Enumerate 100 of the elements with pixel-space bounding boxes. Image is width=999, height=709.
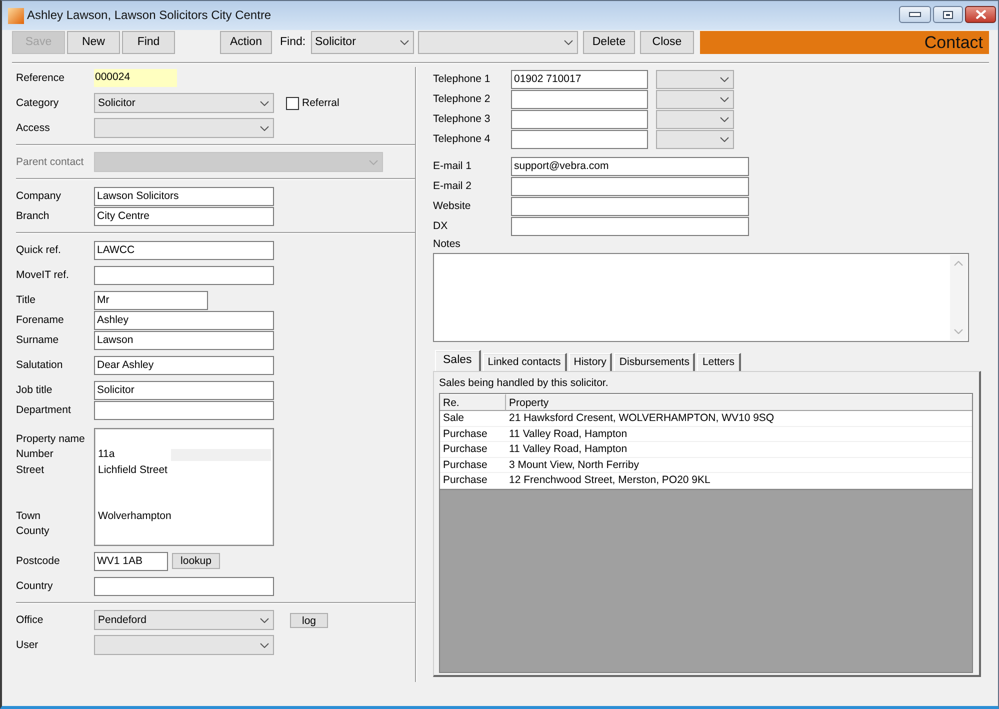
- field-label: Access: [16, 122, 51, 134]
- text-field[interactable]: City Centre: [94, 206, 274, 226]
- tab[interactable]: Disbursements: [614, 353, 696, 371]
- tab[interactable]: Linked contacts: [482, 353, 567, 371]
- field-label: Telephone 2: [433, 92, 492, 106]
- tab[interactable]: Sales: [435, 350, 481, 371]
- minimize-button[interactable]: [899, 6, 931, 23]
- window-title: Ashley Lawson, Lawson Solicitors City Centre: [27, 8, 272, 22]
- tab[interactable]: Letters: [697, 353, 741, 371]
- field-label: Website: [433, 200, 472, 212]
- field-label: Surname: [16, 334, 60, 346]
- text-field[interactable]: [511, 196, 749, 216]
- text-field[interactable]: [94, 400, 274, 420]
- dropdown[interactable]: Pendeford: [94, 610, 274, 630]
- text-field[interactable]: LAWCC: [94, 240, 274, 260]
- text-field[interactable]: Ashley: [94, 310, 274, 330]
- chevron-down-icon: [720, 76, 729, 82]
- toolbar-button[interactable]: New: [67, 31, 120, 54]
- field-label: Department: [16, 404, 72, 416]
- text-field[interactable]: Lawson Solicitors: [94, 186, 274, 206]
- table-cell: Purchase: [440, 473, 506, 489]
- field-label: Title: [16, 294, 36, 306]
- text-field[interactable]: Solicitor: [94, 380, 274, 400]
- toolbar-button[interactable]: Delete: [583, 31, 635, 54]
- field-label: Quick ref.: [16, 244, 62, 256]
- dropdown[interactable]: Solicitor: [311, 31, 414, 54]
- field-label: Company: [16, 190, 62, 202]
- close-icon: [976, 10, 986, 19]
- close-button[interactable]: [965, 6, 996, 23]
- field-label: Town: [16, 508, 41, 524]
- chevron-down-icon: [260, 126, 269, 130]
- address-line: Wolverhampton: [98, 508, 172, 524]
- field-label: County: [16, 524, 50, 540]
- read-only-field: 000024: [94, 69, 177, 87]
- field-label: E-mail 1: [433, 160, 473, 172]
- find-label: Find:: [280, 36, 307, 50]
- toolbar-button[interactable]: Find: [122, 31, 175, 54]
- chevron-down-icon: [720, 116, 729, 122]
- text-field[interactable]: [511, 90, 648, 108]
- app-icon: [8, 8, 24, 24]
- field-label: Job title: [16, 384, 54, 396]
- text-field[interactable]: [94, 266, 274, 284]
- field-button[interactable]: lookup: [172, 553, 220, 569]
- table-cell: 11 Valley Road, Hampton: [506, 426, 972, 442]
- text-field[interactable]: support@vebra.com: [511, 156, 749, 176]
- field-label: E-mail 2: [433, 180, 473, 192]
- dropdown[interactable]: Solicitor: [94, 93, 274, 113]
- scroll-up-icon: [954, 261, 963, 266]
- field-button[interactable]: log: [290, 612, 328, 628]
- column-header[interactable]: Re.: [440, 394, 506, 411]
- scroll-down-icon: [954, 329, 963, 334]
- text-field[interactable]: [511, 110, 648, 128]
- title-banner: Contact: [700, 31, 989, 54]
- text-field[interactable]: 01902 710017: [511, 70, 648, 88]
- field-label: DX: [433, 220, 449, 232]
- chevron-down-icon: [369, 160, 378, 164]
- chevron-down-icon: [564, 40, 573, 45]
- address-line: 11a: [98, 447, 115, 462]
- text-field[interactable]: WV1 1AB: [94, 552, 168, 570]
- chevron-down-icon: [260, 642, 269, 648]
- field-label: Parent contact: [16, 156, 85, 168]
- column-header[interactable]: Property: [506, 394, 972, 411]
- text-field[interactable]: Mr: [94, 290, 208, 310]
- field-label: Notes: [433, 237, 462, 252]
- minimize-icon: [909, 12, 921, 17]
- text-field[interactable]: [94, 576, 274, 596]
- toolbar-button[interactable]: Close: [640, 31, 694, 54]
- field-label: Number: [16, 447, 54, 462]
- chevron-down-icon: [720, 96, 729, 102]
- field-label: Office: [16, 614, 44, 626]
- text-field[interactable]: [511, 176, 749, 196]
- table-cell: 21 Hawksford Cresent, WOLVERHAMPTON, WV10 9SQ: [506, 411, 972, 427]
- text-field[interactable]: Lawson: [94, 330, 274, 350]
- table-cell: 3 Mount View, North Ferriby: [506, 458, 972, 474]
- chevron-down-icon: [720, 136, 729, 142]
- chevron-down-icon: [400, 40, 409, 45]
- field-label: MoveIT ref.: [16, 268, 70, 282]
- table-cell: 12 Frenchwood Street, Merston, PO20 9KL: [506, 473, 972, 489]
- field-label: Forename: [16, 314, 65, 326]
- field-label: Category: [16, 96, 60, 110]
- maximize-icon: [943, 10, 953, 18]
- inline-field[interactable]: [171, 449, 271, 462]
- field-label: Telephone 3: [433, 112, 492, 126]
- toolbar-button[interactable]: Action: [220, 31, 272, 54]
- notes-field[interactable]: [433, 253, 969, 342]
- field-label: User: [16, 638, 40, 652]
- scrollbar[interactable]: [950, 255, 967, 340]
- table-cell: Sale: [440, 411, 506, 427]
- checkbox[interactable]: [286, 96, 299, 110]
- tab[interactable]: History: [568, 353, 612, 371]
- maximize-button[interactable]: [933, 6, 963, 23]
- address-line: Lichfield Street: [98, 462, 168, 478]
- chevron-down-icon: [260, 618, 269, 622]
- field-label: Salutation: [16, 358, 64, 372]
- text-field[interactable]: Dear Ashley: [94, 356, 274, 374]
- field-label: Country: [16, 580, 54, 592]
- tab-description: Sales being handled by this solicitor.: [439, 376, 610, 391]
- text-field[interactable]: [511, 130, 648, 148]
- field-label: Street: [16, 462, 44, 478]
- text-field[interactable]: [511, 216, 749, 236]
